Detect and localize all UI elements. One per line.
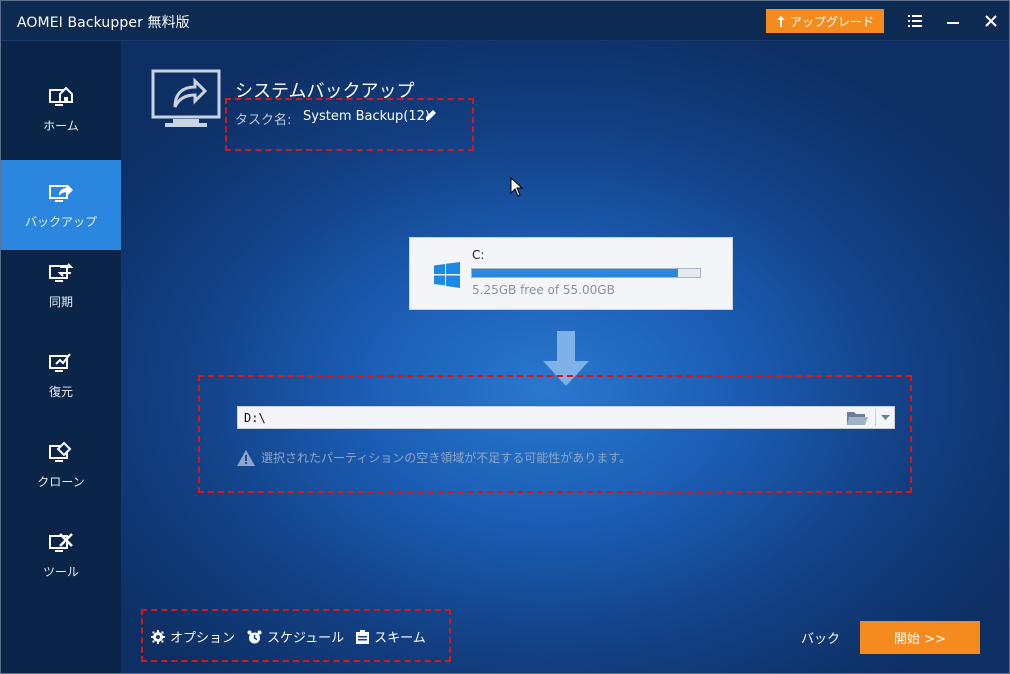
footer-links: オプション スケジュール スキーム xyxy=(151,627,426,646)
clipboard-icon xyxy=(356,629,370,644)
sidebar-item-backup[interactable]: バックアップ xyxy=(1,160,121,250)
sidebar-item-label: バックアップ xyxy=(24,214,97,229)
destination-path-input[interactable]: D:\ xyxy=(237,406,895,429)
app-window: AOMEI Backupper 無料版 アップグレード ホーム バックアップ 同… xyxy=(0,0,1010,674)
annotation-box-destination xyxy=(198,375,912,493)
mouse-cursor-icon xyxy=(510,177,524,197)
schedule-button[interactable]: スケジュール xyxy=(247,627,344,646)
upgrade-button[interactable]: アップグレード xyxy=(766,9,884,33)
disk-usage-fill xyxy=(472,269,679,277)
chevron-down-icon[interactable] xyxy=(881,415,890,421)
destination-warning: 選択されたパーティションの空き領域が不足する可能性があります。 xyxy=(237,449,631,466)
down-arrow-icon xyxy=(543,331,589,386)
sidebar-item-home[interactable]: ホーム xyxy=(1,64,121,154)
edit-pencil-icon[interactable] xyxy=(424,108,438,122)
menu-icon[interactable] xyxy=(904,10,926,32)
app-title: AOMEI Backupper 無料版 xyxy=(17,15,190,31)
sidebar-item-label: ホーム xyxy=(43,118,79,133)
backup-icon xyxy=(49,184,73,202)
alarm-clock-icon xyxy=(247,630,262,643)
home-icon xyxy=(49,86,73,106)
clone-icon xyxy=(49,441,72,462)
windows-logo-icon xyxy=(434,262,460,288)
sidebar-item-label: ツール xyxy=(42,564,79,579)
tools-icon xyxy=(49,532,73,552)
sidebar-item-restore[interactable]: 復元 xyxy=(1,330,121,420)
dropdown-separator xyxy=(875,409,876,426)
back-button[interactable]: バック xyxy=(801,628,840,647)
source-drive-letter: C: xyxy=(472,248,485,262)
disk-usage-bar xyxy=(471,268,701,278)
source-free-space: 5.25GB free of 55.00GB xyxy=(472,283,615,297)
warning-text: 選択されたパーティションの空き領域が不足する可能性があります。 xyxy=(261,451,632,465)
upgrade-arrow-icon xyxy=(776,15,785,27)
title-bar: AOMEI Backupper 無料版 アップグレード xyxy=(1,1,1009,41)
sidebar-item-label: クローン xyxy=(37,474,85,489)
task-name-value[interactable]: System Backup(12) xyxy=(303,109,430,124)
scheme-label: スキーム xyxy=(374,631,426,646)
main-panel: システムバックアップ タスク名: System Backup(12) C: 5.… xyxy=(121,41,1009,673)
close-icon[interactable] xyxy=(980,10,1002,32)
sidebar-item-sync[interactable]: 同期 xyxy=(1,240,121,330)
task-name-label: タスク名: xyxy=(235,113,292,128)
schedule-label: スケジュール xyxy=(267,631,345,646)
gear-icon xyxy=(151,629,165,644)
source-disk-card[interactable]: C: 5.25GB free of 55.00GB xyxy=(409,237,733,310)
start-button[interactable]: 開始 >> xyxy=(860,621,980,654)
restore-icon xyxy=(49,352,71,372)
upgrade-label: アップグレード xyxy=(789,14,874,29)
minimize-icon[interactable] xyxy=(942,10,964,32)
warning-icon xyxy=(237,449,255,466)
sidebar: ホーム バックアップ 同期 復元 クローン ツール xyxy=(1,41,121,673)
system-backup-icon xyxy=(151,69,221,127)
folder-open-icon[interactable] xyxy=(846,410,868,426)
destination-path-value: D:\ xyxy=(244,411,266,425)
options-button[interactable]: オプション xyxy=(151,627,235,646)
sidebar-item-label: 復元 xyxy=(48,384,73,399)
page-title: システムバックアップ xyxy=(235,81,415,102)
sidebar-item-tools[interactable]: ツール xyxy=(1,510,121,600)
options-label: オプション xyxy=(170,631,236,646)
sync-icon xyxy=(49,262,74,282)
sidebar-item-label: 同期 xyxy=(48,294,73,309)
scheme-button[interactable]: スキーム xyxy=(356,627,426,646)
sidebar-item-clone[interactable]: クローン xyxy=(1,420,121,510)
